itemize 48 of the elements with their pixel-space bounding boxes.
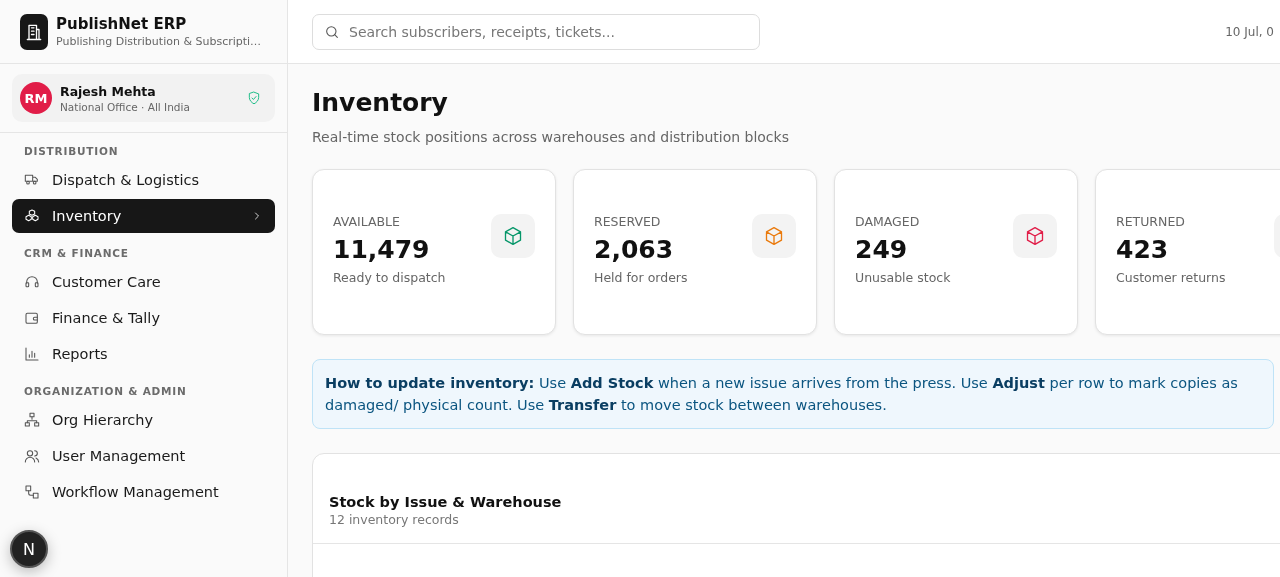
app-name: PublishNet ERP <box>56 15 188 33</box>
user-name: Rajesh Mehta <box>60 83 157 99</box>
nav-item[interactable]: User Management <box>12 439 275 473</box>
shield-check-icon <box>247 91 261 105</box>
stat-note: Unusable stock <box>855 270 951 285</box>
users-icon <box>24 448 40 464</box>
stat-label: AVAILABLE <box>333 214 401 229</box>
nav-item[interactable]: Inventory <box>12 199 275 233</box>
table-title: Stock by Issue & Warehouse <box>329 494 563 510</box>
nav-item[interactable]: Org Hierarchy <box>12 403 275 437</box>
stat-label: RETURNED <box>1116 214 1186 229</box>
table-subtitle: 12 inventory records <box>329 512 460 527</box>
stat-label: RESERVED <box>594 214 662 229</box>
search-field[interactable]: Search subscribers, receipts, tickets... <box>312 13 760 50</box>
workflow-icon <box>24 484 40 500</box>
floating-action-button[interactable]: N <box>10 530 48 568</box>
info-banner: How to update inventory: Use Add Stock when a new issue arrives from the press. Use Adjust per row to mark copies as damaged/ physical count. Use Transfer to move stock between warehouses. <box>312 359 1274 429</box>
user-card[interactable]: RM Rajesh Mehta National Office · All India <box>12 74 275 122</box>
user-avatar: RM <box>20 82 52 114</box>
stat-value: 11,479 <box>333 235 431 264</box>
boxes-icon <box>24 208 40 224</box>
stat-value: 423 <box>1116 235 1170 264</box>
bar-chart-icon <box>24 346 40 362</box>
page-subtitle: Real-time stock positions across warehouses and distribution blocks <box>312 129 790 145</box>
nav-item[interactable]: Finance & Tally <box>12 301 275 335</box>
nav-item[interactable]: Reports <box>12 337 275 371</box>
headset-icon <box>24 274 40 290</box>
truck-icon <box>24 172 40 188</box>
stat-note: Ready to dispatch <box>333 270 446 285</box>
section-label: DISTRIBUTION <box>23 144 120 159</box>
section-label: CRM & FINANCE <box>23 246 130 261</box>
search-icon <box>324 23 340 40</box>
nav-item[interactable]: Customer Care <box>12 265 275 299</box>
hierarchy-icon <box>24 412 40 428</box>
date-text: 10 Jul, 0 <box>1225 24 1274 39</box>
page-title: Inventory <box>312 88 449 117</box>
wallet-icon <box>24 310 40 326</box>
stat-value: 2,063 <box>594 235 675 264</box>
user-office: National Office · All India <box>60 100 190 113</box>
nav-item[interactable]: Dispatch & Logistics <box>12 163 275 197</box>
stat-note: Held for orders <box>594 270 688 285</box>
section-label: ORGANIZATION & ADMIN <box>23 384 188 399</box>
app-tagline: Publishing Distribution & Subscripti… <box>56 35 262 48</box>
nav-item[interactable]: Workflow Management <box>12 475 275 509</box>
stat-note: Customer returns <box>1116 270 1226 285</box>
app-logo <box>20 13 48 50</box>
stat-value: 249 <box>855 235 909 264</box>
stat-label: DAMAGED <box>855 214 921 229</box>
